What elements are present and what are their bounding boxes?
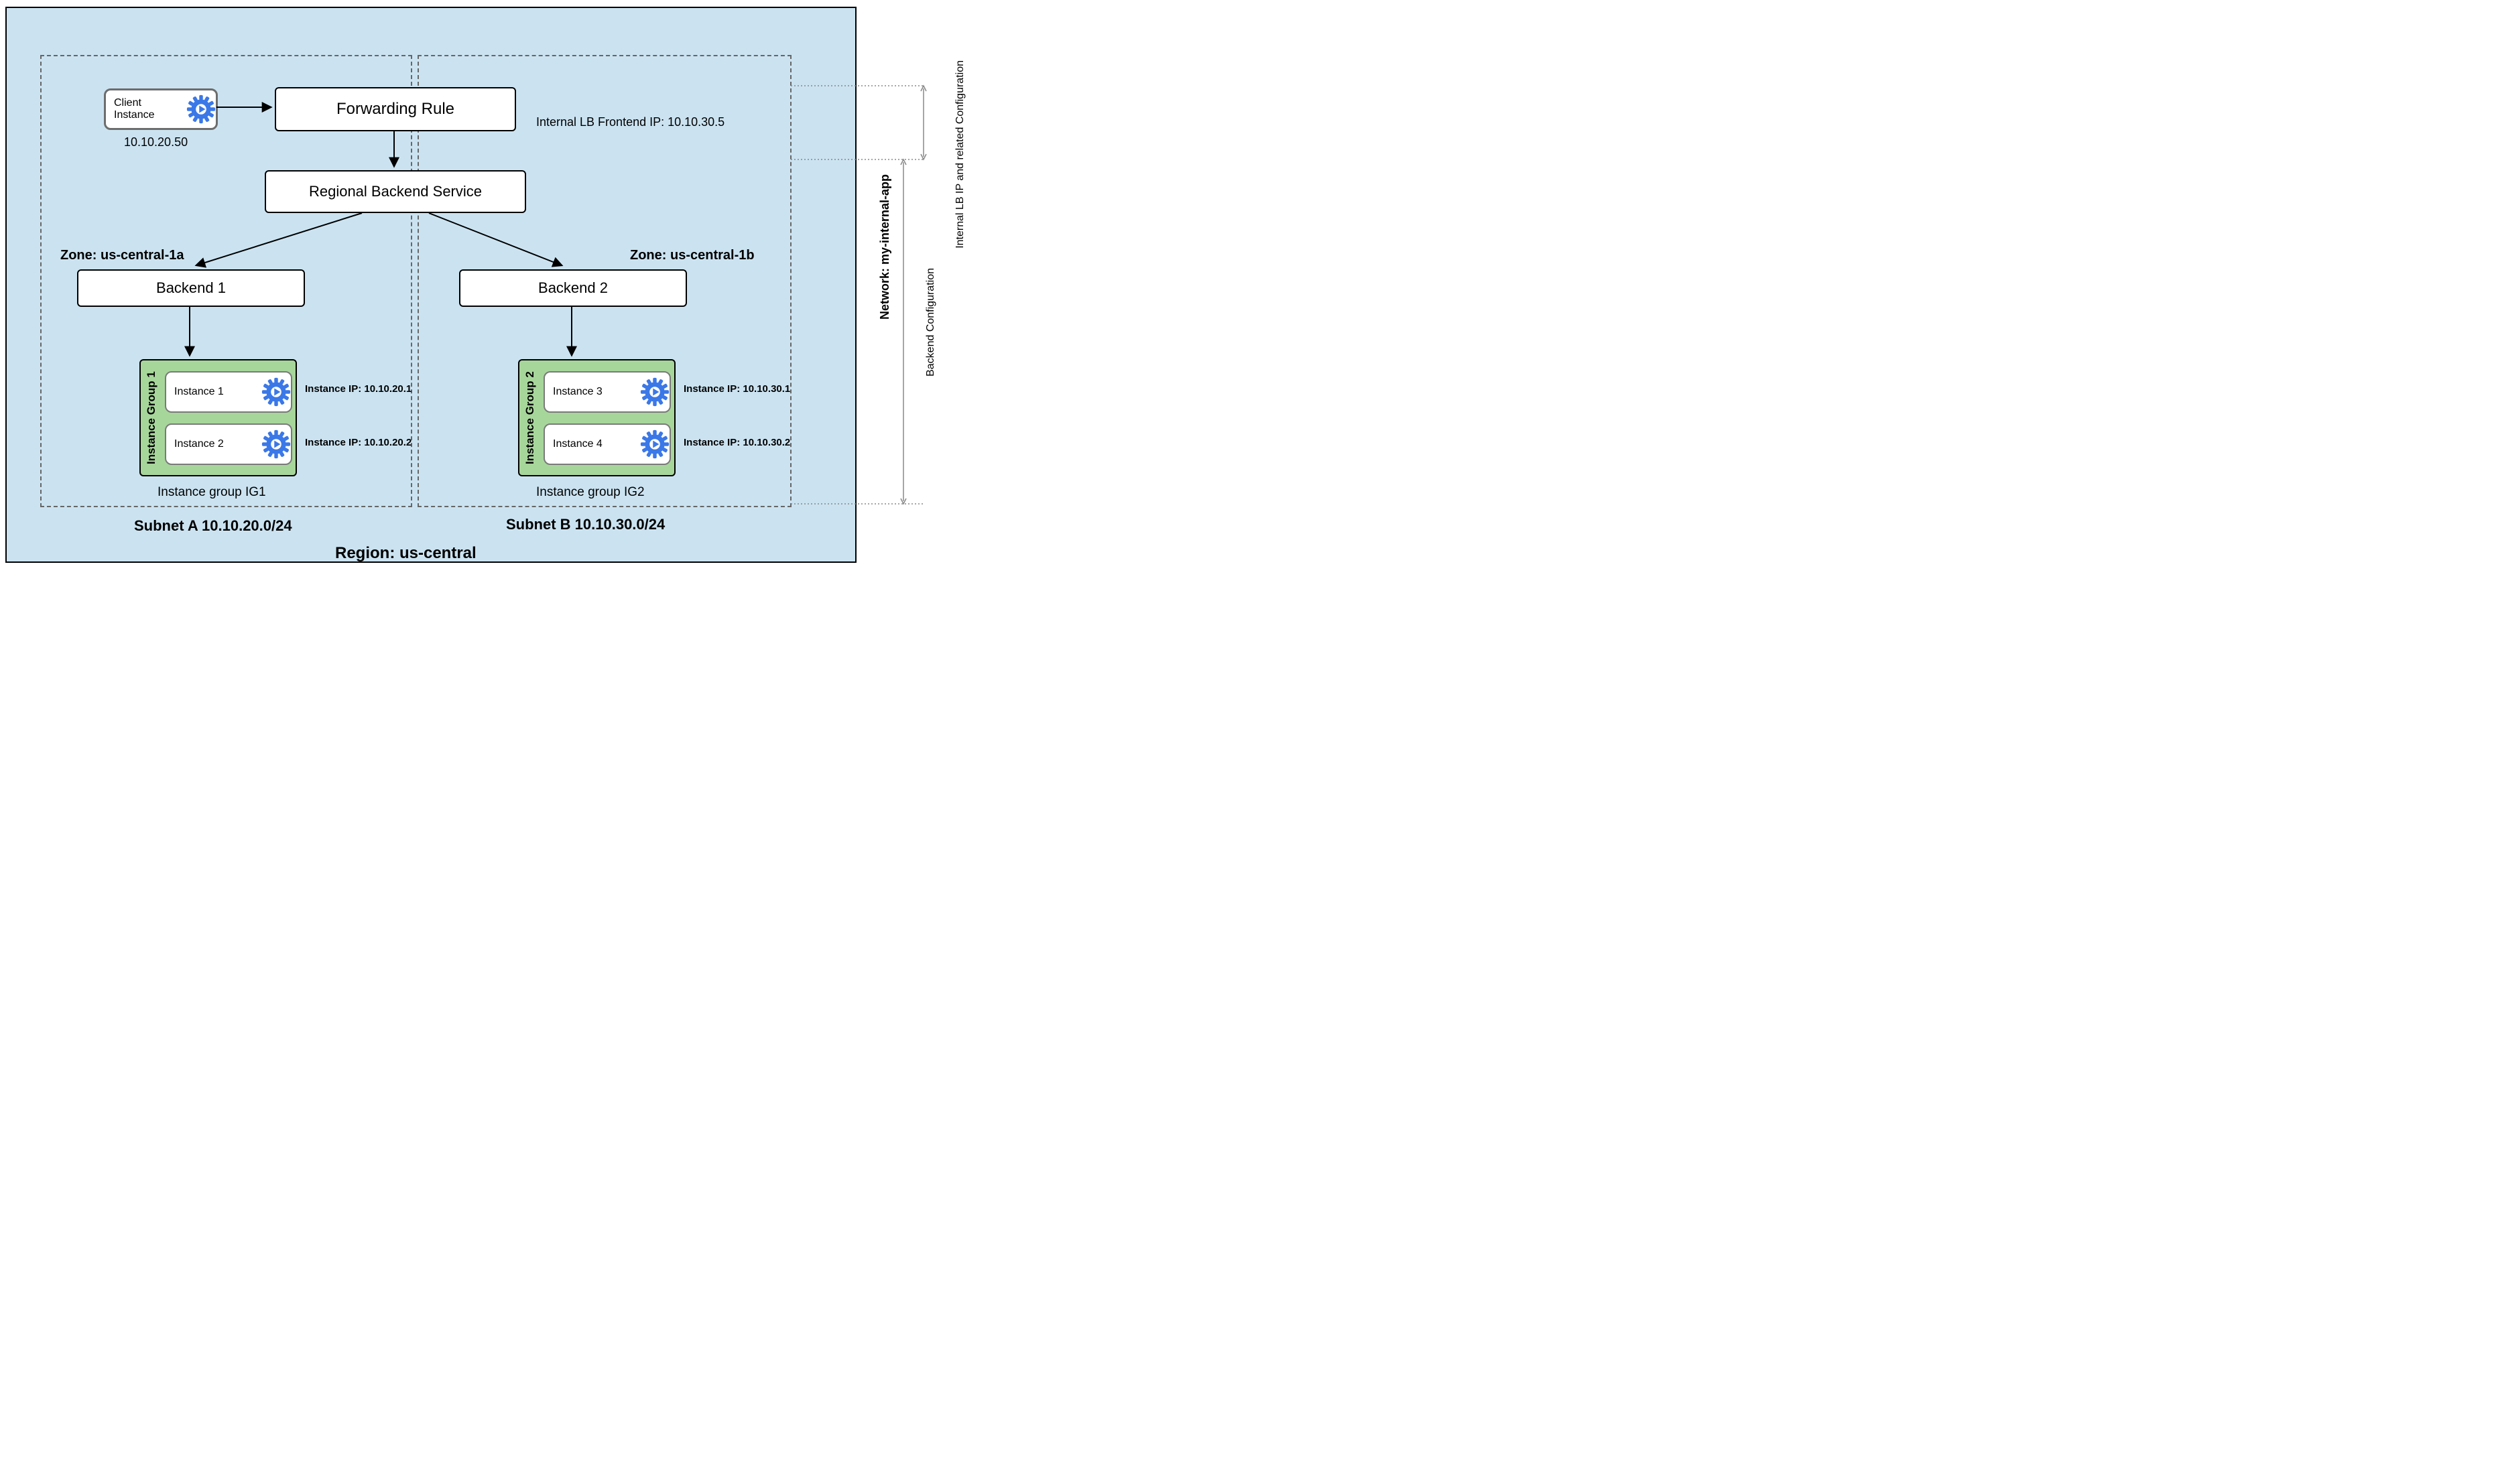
instance-4-box: Instance 4	[544, 423, 671, 465]
backend-1-label: Backend 1	[156, 279, 226, 297]
zone-a-label: Zone: us-central-1a	[60, 248, 184, 263]
instance-1-box: Instance 1	[165, 371, 292, 413]
network-box: Client Instance	[5, 7, 857, 563]
ilb-config-label: Internal LB IP and related Configuration	[954, 60, 966, 249]
subnet-b-label: Subnet B 10.10.30.0/24	[506, 516, 665, 533]
forwarding-rule-label: Forwarding Rule	[336, 100, 454, 119]
client-instance-box: Client Instance	[104, 88, 218, 130]
backend-2-box: Backend 2	[459, 269, 687, 307]
regional-backend-service-box: Regional Backend Service	[265, 170, 526, 213]
gear-play-icon	[186, 94, 216, 124]
client-instance-label: Client Instance	[114, 97, 154, 121]
backend-config-label: Backend Configuration	[924, 268, 937, 377]
region-label: Region: us-central	[335, 544, 477, 563]
instance-group-2-box: Instance Group 2 Instance 3 Instance 4	[518, 359, 676, 476]
instance-4-ip-label: Instance IP: 10.10.30.2	[684, 437, 790, 448]
instance-3-ip-label: Instance IP: 10.10.30.1	[684, 383, 790, 395]
client-ip-label: 10.10.20.50	[124, 135, 188, 149]
frontend-ip-label: Internal LB Frontend IP: 10.10.30.5	[536, 115, 724, 129]
backend-2-label: Backend 2	[538, 279, 608, 297]
instance-1-label: Instance 1	[174, 386, 224, 398]
instance-1-ip-label: Instance IP: 10.10.20.1	[305, 383, 412, 395]
instance-4-label: Instance 4	[553, 438, 603, 450]
subnet-a-label: Subnet A 10.10.20.0/24	[134, 517, 292, 535]
network-name-label: Network: my-internal-app	[878, 174, 893, 320]
instance-2-box: Instance 2	[165, 423, 292, 465]
instance-3-box: Instance 3	[544, 371, 671, 413]
instance-group-1-title: Instance Group 1	[143, 360, 160, 475]
gear-play-icon	[261, 377, 291, 407]
ig2-caption: Instance group IG2	[536, 485, 645, 500]
instance-2-label: Instance 2	[174, 438, 224, 450]
regional-backend-service-label: Regional Backend Service	[309, 183, 482, 200]
ig1-caption: Instance group IG1	[158, 485, 266, 500]
instance-3-label: Instance 3	[553, 386, 603, 398]
backend-1-box: Backend 1	[77, 269, 305, 307]
instance-group-2-title: Instance Group 2	[522, 360, 538, 475]
instance-2-ip-label: Instance IP: 10.10.20.2	[305, 437, 412, 448]
instance-group-1-box: Instance Group 1 Instance 1 Instance 2	[139, 359, 297, 476]
gear-play-icon	[261, 429, 291, 459]
forwarding-rule-box: Forwarding Rule	[275, 87, 516, 131]
diagram-canvas: Client Instance	[0, 0, 979, 570]
gear-play-icon	[640, 377, 670, 407]
zone-b-label: Zone: us-central-1b	[630, 248, 755, 263]
gear-play-icon	[640, 429, 670, 459]
